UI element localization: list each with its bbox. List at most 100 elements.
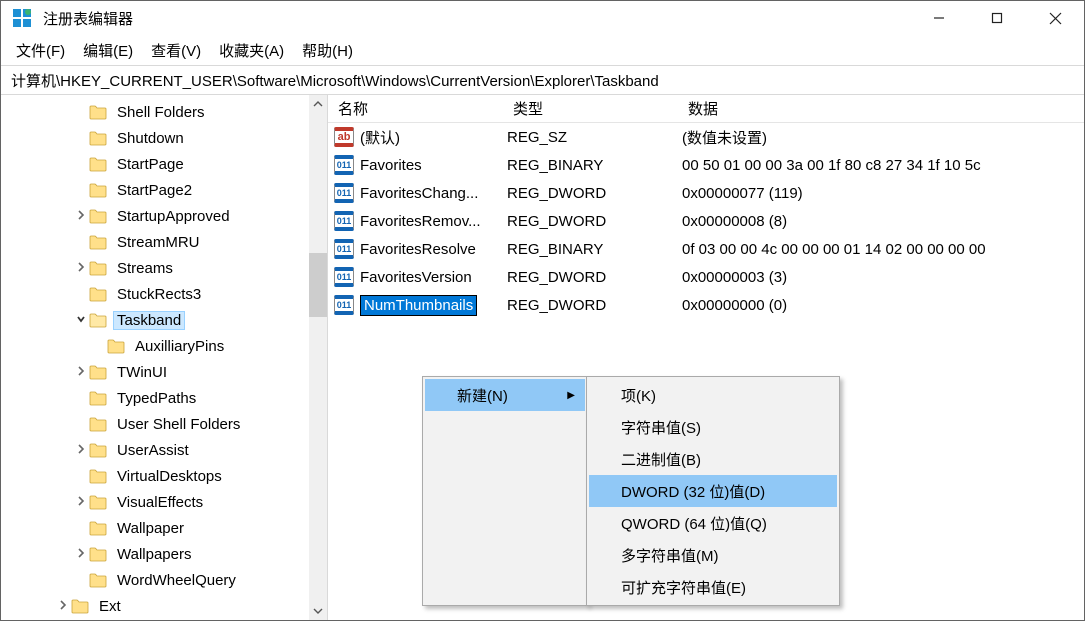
tree-item[interactable]: Wallpapers [1, 541, 327, 567]
ctx-sub-item[interactable]: 二进制值(B) [589, 443, 837, 475]
folder-icon [89, 521, 107, 536]
minimize-button[interactable] [910, 1, 968, 35]
tree-item-label: StuckRects3 [113, 285, 205, 304]
folder-icon [89, 235, 107, 250]
close-button[interactable] [1026, 1, 1084, 35]
tree-expander-icon[interactable] [55, 599, 71, 613]
ctx-sub-item[interactable]: DWORD (32 位)值(D) [589, 475, 837, 507]
tree-item[interactable]: WordWheelQuery [1, 567, 327, 593]
submenu-arrow-icon: ▶ [567, 390, 575, 401]
value-data: 0x00000008 (8) [678, 213, 1084, 230]
tree-item[interactable]: AuxilliaryPins [1, 333, 327, 359]
value-row[interactable]: 011FavoritesChang...REG_DWORD0x00000077 … [328, 179, 1084, 207]
tree-item[interactable]: StartPage2 [1, 177, 327, 203]
maximize-button[interactable] [968, 1, 1026, 35]
value-name: Favorites [360, 157, 422, 174]
tree-scrollbar[interactable] [309, 95, 327, 620]
folder-icon [71, 599, 89, 614]
value-row[interactable]: 011FavoritesRemov...REG_DWORD0x00000008 … [328, 207, 1084, 235]
value-type: REG_BINARY [503, 241, 678, 258]
value-name-editing[interactable]: NumThumbnails [360, 295, 477, 316]
folder-icon [89, 183, 107, 198]
menu-edit[interactable]: 编辑(E) [74, 36, 142, 65]
tree-expander-icon[interactable] [73, 547, 89, 561]
registry-editor-window: 注册表编辑器 文件(F) 编辑(E) 查看(V) 收藏夹(A) 帮助(H) 计算… [0, 0, 1085, 621]
tree-item[interactable]: UserAssist [1, 437, 327, 463]
context-menu-parent: 新建(N) ▶ [422, 376, 588, 606]
tree-item[interactable]: StartupApproved [1, 203, 327, 229]
tree-item-label: UserAssist [113, 441, 193, 460]
tree-item-label: StartPage2 [113, 181, 196, 200]
tree-expander-icon[interactable] [73, 495, 89, 509]
ctx-sub-item[interactable]: 字符串值(S) [589, 411, 837, 443]
ctx-sub-label: 可扩充字符串值(E) [621, 577, 746, 598]
tree-item[interactable]: Streams [1, 255, 327, 281]
ctx-sub-item[interactable]: QWORD (64 位)值(Q) [589, 507, 837, 539]
tree-item[interactable]: Taskband [1, 307, 327, 333]
col-header-data[interactable]: 数据 [678, 98, 1084, 119]
scroll-up-button[interactable] [309, 95, 327, 113]
scroll-down-button[interactable] [309, 602, 327, 620]
menubar: 文件(F) 编辑(E) 查看(V) 收藏夹(A) 帮助(H) [1, 35, 1084, 65]
ctx-sub-item[interactable]: 项(K) [589, 379, 837, 411]
address-bar[interactable]: 计算机\HKEY_CURRENT_USER\Software\Microsoft… [1, 65, 1084, 95]
tree-item[interactable]: User Shell Folders [1, 411, 327, 437]
tree-expander-icon[interactable] [73, 365, 89, 379]
tree-item-label: StartPage [113, 155, 188, 174]
tree-item-label: Wallpapers [113, 545, 195, 564]
tree-expander-icon[interactable] [73, 313, 89, 327]
ctx-new[interactable]: 新建(N) ▶ [425, 379, 585, 411]
tree-item-label: Streams [113, 259, 177, 278]
tree-item[interactable]: TypedPaths [1, 385, 327, 411]
folder-icon [89, 391, 107, 406]
list-header: 名称 类型 数据 [328, 95, 1084, 123]
tree-item[interactable]: StartPage [1, 151, 327, 177]
tree-expander-icon[interactable] [73, 261, 89, 275]
tree-item[interactable]: TWinUI [1, 359, 327, 385]
menu-help[interactable]: 帮助(H) [293, 36, 362, 65]
titlebar[interactable]: 注册表编辑器 [1, 1, 1084, 35]
tree-item[interactable]: StuckRects3 [1, 281, 327, 307]
value-data: 0f 03 00 00 4c 00 00 00 01 14 02 00 00 0… [678, 241, 1084, 258]
tree-item-label: StartupApproved [113, 207, 234, 226]
value-row[interactable]: 011FavoritesREG_BINARY00 50 01 00 00 3a … [328, 151, 1084, 179]
tree-item-label: Taskband [113, 311, 185, 330]
value-type-icon: 011 [334, 239, 354, 259]
ctx-sub-item[interactable]: 多字符串值(M) [589, 539, 837, 571]
folder-icon [89, 547, 107, 562]
tree-item[interactable]: VisualEffects [1, 489, 327, 515]
scroll-thumb[interactable] [309, 253, 327, 317]
menu-favorites[interactable]: 收藏夹(A) [210, 36, 293, 65]
tree-expander-icon[interactable] [73, 443, 89, 457]
ctx-sub-item[interactable]: 可扩充字符串值(E) [589, 571, 837, 603]
value-type-icon: ab [334, 127, 354, 147]
tree-item[interactable]: Shell Folders [1, 99, 327, 125]
tree-item[interactable]: Wallpaper [1, 515, 327, 541]
tree-item[interactable]: Ext [1, 593, 327, 619]
value-row[interactable]: 011FavoritesVersionREG_DWORD0x00000003 (… [328, 263, 1084, 291]
context-menu-group: 新建(N) ▶ 项(K)字符串值(S)二进制值(B) DWORD (32 位)值(… [422, 376, 840, 606]
value-row[interactable]: 011FavoritesResolveREG_BINARY0f 03 00 00… [328, 235, 1084, 263]
tree-item[interactable]: StreamMRU [1, 229, 327, 255]
values-pane[interactable]: 名称 类型 数据 ab(默认)REG_SZ(数值未设置)011Favorites… [328, 95, 1084, 620]
ctx-sub-label: QWORD (64 位)值(Q) [621, 513, 767, 534]
value-type-icon: 011 [334, 155, 354, 175]
value-row[interactable]: 011NumThumbnailsREG_DWORD0x00000000 (0) [328, 291, 1084, 319]
value-data: 0x00000077 (119) [678, 185, 1084, 202]
tree-item[interactable]: Shutdown [1, 125, 327, 151]
value-data: (数值未设置) [678, 127, 1084, 148]
value-row[interactable]: ab(默认)REG_SZ(数值未设置) [328, 123, 1084, 151]
tree-item[interactable]: VirtualDesktops [1, 463, 327, 489]
tree-item-label: WordWheelQuery [113, 571, 240, 590]
tree-pane[interactable]: Shell FoldersShutdown StartPage StartPage2… [1, 95, 328, 620]
menu-file[interactable]: 文件(F) [7, 36, 74, 65]
folder-icon [89, 261, 107, 276]
col-header-type[interactable]: 类型 [503, 98, 678, 119]
ctx-sub-label: DWORD (32 位)值(D) [621, 481, 765, 502]
window-title: 注册表编辑器 [43, 8, 910, 29]
col-header-name[interactable]: 名称 [328, 98, 503, 119]
value-data: 0x00000000 (0) [678, 297, 1084, 314]
menu-view[interactable]: 查看(V) [142, 36, 210, 65]
tree-expander-icon[interactable] [73, 209, 89, 223]
tree-item-label: AuxilliaryPins [131, 337, 228, 356]
